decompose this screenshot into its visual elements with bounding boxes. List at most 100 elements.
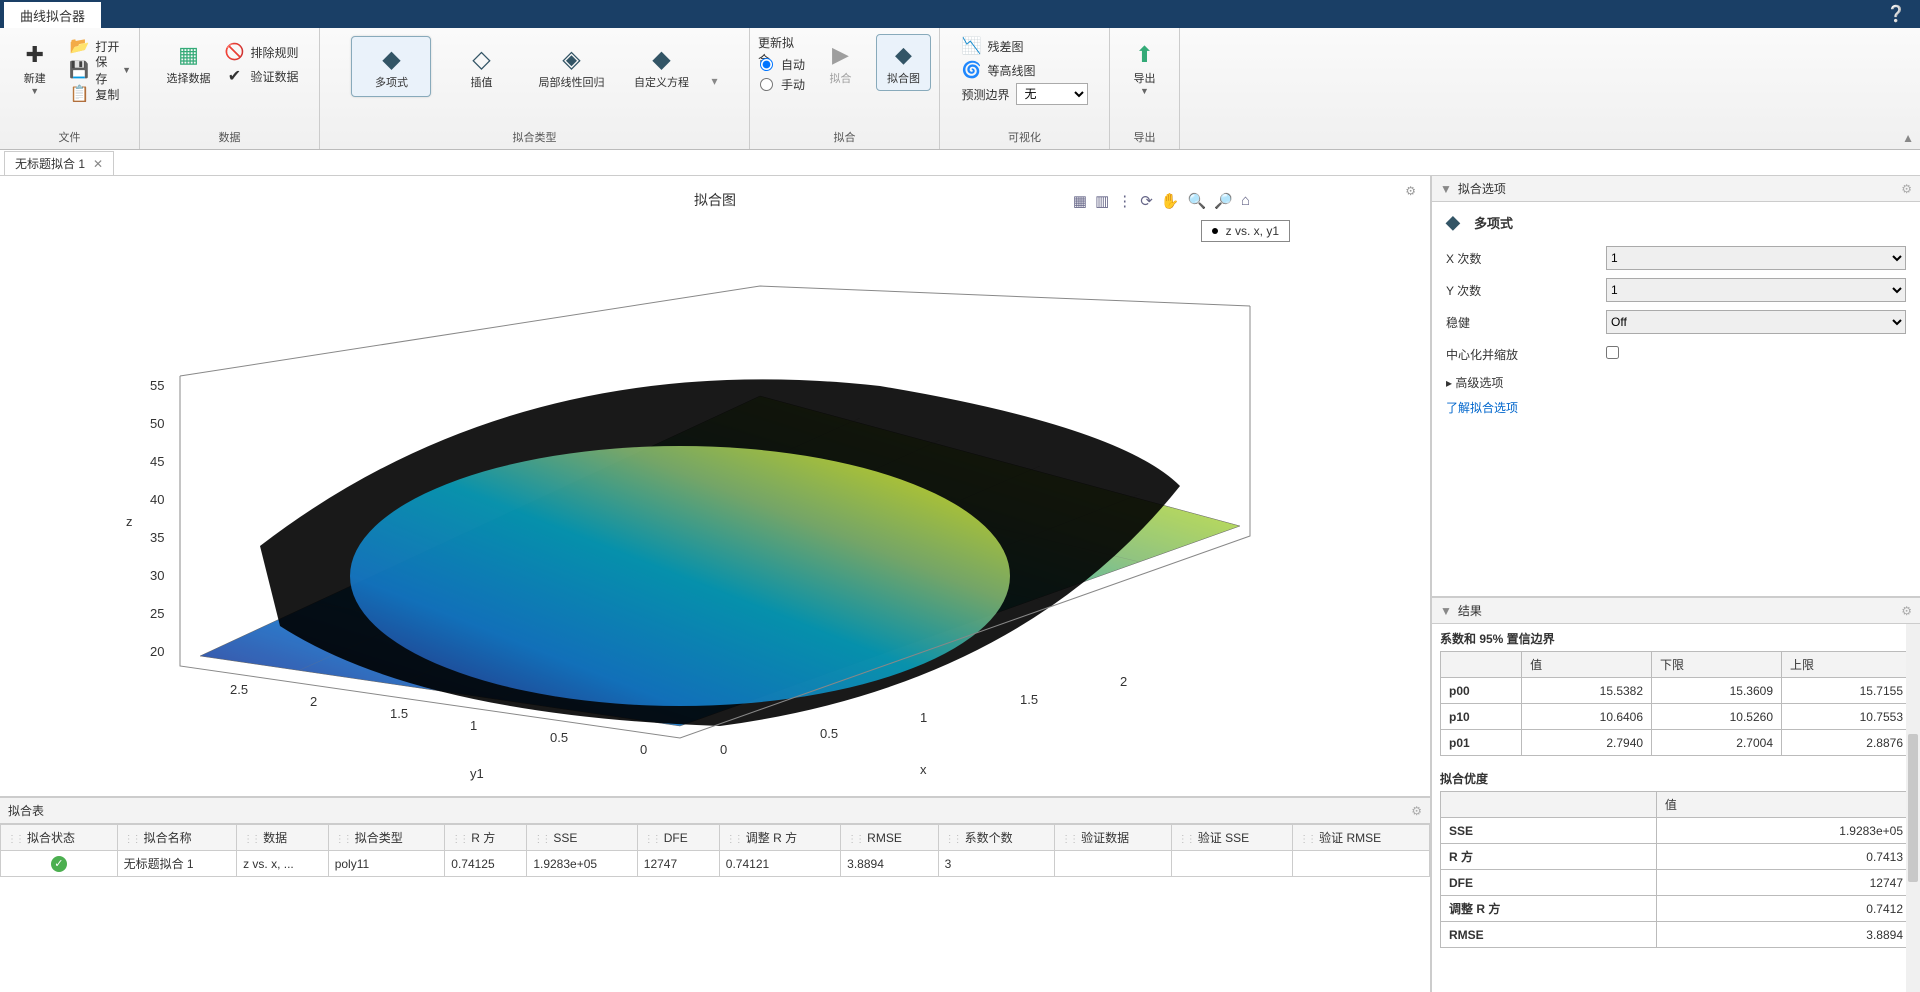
play-icon: ▶ <box>825 39 857 71</box>
gof-table: 值 SSE1.9283e+05R 方0.7413DFE12747调整 R 方0.… <box>1440 791 1912 948</box>
svg-text:55: 55 <box>150 378 164 393</box>
plus-icon: ✚ <box>19 39 51 71</box>
svg-text:0.5: 0.5 <box>820 726 838 741</box>
contour-icon: 🌀 <box>961 60 981 80</box>
robust-select[interactable]: Off <box>1606 310 1906 334</box>
fit-type-name: 多项式 <box>1474 213 1513 232</box>
brush-icon[interactable]: ▦ <box>1073 192 1087 210</box>
zoom-out-icon[interactable]: 🔎 <box>1214 192 1233 210</box>
dropdown-icon: ▼ <box>1140 86 1149 96</box>
plot-area[interactable]: ⚙ 拟合图 ▦ ▥ ⋮ ⟳ ✋ 🔍 🔎 ⌂ z vs. x, y1 <box>0 176 1430 796</box>
fit-type-polynomial[interactable]: ◆ 多项式 <box>351 36 431 97</box>
svg-text:50: 50 <box>150 416 164 431</box>
column-header[interactable]: ⋮⋮R 方 <box>445 825 527 851</box>
column-header[interactable]: ⋮⋮系数个数 <box>938 825 1055 851</box>
svg-text:2: 2 <box>1120 674 1127 689</box>
app-tab[interactable]: 曲线拟合器 <box>4 2 101 28</box>
column-header[interactable]: ⋮⋮RMSE <box>841 825 938 851</box>
copy-button[interactable]: 📋 复制 <box>69 82 131 106</box>
collapse-icon[interactable]: ▼ <box>1440 604 1452 618</box>
exclude-icon: 🚫 <box>224 42 244 62</box>
exclusion-rules-button[interactable]: 🚫 排除规则 <box>224 40 298 64</box>
surface-plot: 2025 3035 4045 5055 z <box>120 226 1290 786</box>
svg-text:35: 35 <box>150 530 164 545</box>
column-header[interactable]: ⋮⋮DFE <box>637 825 719 851</box>
x-degree-select[interactable]: 1 <box>1606 246 1906 270</box>
fit-type-custom[interactable]: ◆ 自定义方程 <box>621 36 701 97</box>
fit-type-loess[interactable]: ◈ 局部线性回归 <box>531 36 611 97</box>
svg-text:1.5: 1.5 <box>390 706 408 721</box>
check-icon: ✔ <box>224 66 244 86</box>
plot-toolbar: ▦ ▥ ⋮ ⟳ ✋ 🔍 🔎 ⌂ <box>1073 192 1250 210</box>
document-tab[interactable]: 无标题拟合 1 ✕ <box>4 151 114 175</box>
fit-type-group-label: 拟合类型 <box>513 129 557 145</box>
gof-section-title: 拟合优度 <box>1440 770 1912 787</box>
datatip-icon[interactable]: ⋮ <box>1117 192 1132 210</box>
table-row[interactable]: ✓ 无标题拟合 1 z vs. x, ... poly11 0.74125 1.… <box>1 851 1430 877</box>
fit-plot-button[interactable]: ◆ 拟合图 <box>876 34 931 91</box>
fit-type-interpolant[interactable]: ◇ 插值 <box>441 36 521 97</box>
column-header[interactable]: ⋮⋮拟合名称 <box>117 825 236 851</box>
update-fit-label: 更新拟合 <box>758 34 805 54</box>
column-header[interactable]: ⋮⋮SSE <box>527 825 637 851</box>
export-button[interactable]: ⬆ 导出 ▼ <box>1117 34 1173 101</box>
robust-label: 稳健 <box>1446 314 1606 331</box>
svg-text:0.5: 0.5 <box>550 730 568 745</box>
column-header[interactable]: ⋮⋮验证数据 <box>1055 825 1172 851</box>
svg-text:0: 0 <box>720 742 727 757</box>
x-degree-label: X 次数 <box>1446 250 1606 267</box>
fit-table-title: 拟合表 <box>8 802 44 819</box>
column-header[interactable]: ⋮⋮验证 SSE <box>1171 825 1292 851</box>
plot-icon: ◆ <box>888 39 920 71</box>
svg-text:20: 20 <box>150 644 164 659</box>
scrollbar[interactable] <box>1906 624 1920 992</box>
residuals-button[interactable]: 📉 残差图 <box>961 34 1087 58</box>
y-degree-select[interactable]: 1 <box>1606 278 1906 302</box>
plot-gear-icon[interactable]: ⚙ <box>1405 184 1416 198</box>
close-icon[interactable]: ✕ <box>93 157 103 171</box>
validation-data-button[interactable]: ✔ 验证数据 <box>224 64 298 88</box>
gear-icon[interactable]: ⚙ <box>1901 604 1912 618</box>
column-header[interactable]: ⋮⋮调整 R 方 <box>719 825 840 851</box>
svg-text:45: 45 <box>150 454 164 469</box>
collapse-icon[interactable]: ▼ <box>1440 182 1452 196</box>
home-icon[interactable]: ⌂ <box>1241 192 1250 210</box>
pan-icon[interactable]: ✋ <box>1161 192 1180 210</box>
loess-icon: ◈ <box>555 43 587 75</box>
help-icon[interactable]: ❔ <box>1886 4 1906 24</box>
fit-type-more-icon[interactable]: ▾ <box>711 74 717 88</box>
coef-table: 值下限上限 p0015.538215.360915.7155p1010.6406… <box>1440 651 1912 756</box>
manual-radio[interactable]: 手动 <box>758 74 805 94</box>
select-data-button[interactable]: ▦ 选择数据 <box>160 34 216 91</box>
gear-icon[interactable]: ⚙ <box>1411 804 1422 818</box>
auto-radio[interactable]: 自动 <box>758 54 805 74</box>
advanced-options-toggle[interactable]: ▸ 高级选项 <box>1446 374 1906 391</box>
column-header[interactable]: ⋮⋮拟合状态 <box>1 825 118 851</box>
rotate-icon[interactable]: ⟳ <box>1140 192 1153 210</box>
fit-table[interactable]: ⋮⋮拟合状态⋮⋮拟合名称⋮⋮数据⋮⋮拟合类型⋮⋮R 方⋮⋮SSE⋮⋮DFE⋮⋮调… <box>0 824 1430 877</box>
learn-fit-options-link[interactable]: 了解拟合选项 <box>1446 399 1518 416</box>
document-tab-label: 无标题拟合 1 <box>15 155 85 172</box>
dropdown-icon: ▼ <box>122 65 131 75</box>
ribbon-collapse-icon[interactable]: ▲ <box>1902 131 1914 145</box>
svg-text:0: 0 <box>640 742 647 757</box>
contour-button[interactable]: 🌀 等高线图 <box>961 58 1087 82</box>
zoom-in-icon[interactable]: 🔍 <box>1188 192 1207 210</box>
export-group-label: 导出 <box>1134 129 1156 145</box>
gear-icon[interactable]: ⚙ <box>1901 182 1912 196</box>
center-scale-label: 中心化并缩放 <box>1446 346 1606 363</box>
column-header[interactable]: ⋮⋮验证 RMSE <box>1293 825 1430 851</box>
export-icon: ⬆ <box>1129 39 1161 71</box>
column-header[interactable]: ⋮⋮拟合类型 <box>328 825 445 851</box>
polynomial-icon: ◆ <box>375 43 407 75</box>
center-scale-checkbox[interactable] <box>1606 346 1619 359</box>
column-header[interactable]: ⋮⋮数据 <box>237 825 329 851</box>
svg-text:2: 2 <box>310 694 317 709</box>
save-button[interactable]: 💾 保存 ▼ <box>69 58 131 82</box>
new-button[interactable]: ✚ 新建 ▼ <box>8 34 61 101</box>
pred-bounds-select[interactable]: 无 <box>1016 83 1088 105</box>
svg-text:30: 30 <box>150 568 164 583</box>
results-panel: 系数和 95% 置信边界 值下限上限 p0015.538215.360915.7… <box>1432 624 1920 992</box>
fit-group-label: 拟合 <box>834 129 856 145</box>
exclude-brush-icon[interactable]: ▥ <box>1095 192 1109 210</box>
